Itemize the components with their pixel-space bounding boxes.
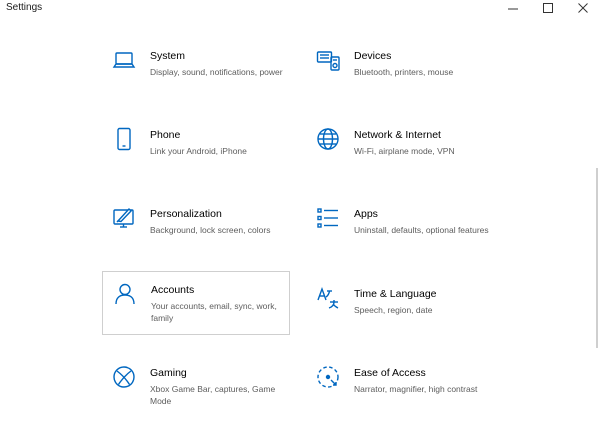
minimize-button[interactable] [496, 0, 530, 16]
maximize-button[interactable] [531, 0, 565, 16]
tile-description: Link your Android, iPhone [150, 146, 247, 156]
tile-description: Your accounts, email, sync, work, family [151, 301, 277, 323]
tile-system[interactable]: System Display, sound, notifications, po… [102, 38, 290, 102]
close-icon [578, 3, 588, 13]
tile-description: Uninstall, defaults, optional features [354, 225, 489, 235]
tile-gaming[interactable]: Gaming Xbox Game Bar, captures, Game Mod… [102, 355, 290, 419]
close-button[interactable] [566, 0, 600, 16]
tile-devices[interactable]: Devices Bluetooth, printers, mouse [306, 38, 494, 102]
tile-name: Phone [150, 129, 181, 141]
tile-description: Bluetooth, printers, mouse [354, 67, 454, 77]
tile-name: Personalization [150, 208, 222, 220]
vertical-scrollbar[interactable] [596, 168, 598, 348]
tile-name: Apps [354, 208, 378, 220]
tile-name: System [150, 50, 186, 62]
apps-list-icon [316, 206, 340, 230]
tile-personalization[interactable]: Personalization Background, lock screen,… [102, 196, 290, 260]
tile-description: Display, sound, notifications, power [150, 67, 283, 77]
devices-icon [316, 48, 340, 72]
person-icon [113, 282, 137, 306]
tile-name: Network & Internet [354, 129, 441, 141]
tile-phone[interactable]: Phone Link your Android, iPhone [102, 117, 290, 181]
tile-network-internet[interactable]: Network & Internet Wi-Fi, airplane mode,… [306, 117, 494, 181]
tile-description: Background, lock screen, colors [150, 225, 271, 235]
minimize-icon [508, 8, 518, 10]
tile-apps[interactable]: Apps Uninstall, defaults, optional featu… [306, 196, 494, 260]
tile-name: Accounts [151, 284, 195, 296]
tile-name: Time & Language [354, 288, 437, 300]
window-title: Settings [6, 2, 43, 13]
title-bar[interactable]: Settings [0, 0, 600, 16]
xbox-icon [112, 365, 136, 389]
personalization-icon [112, 206, 136, 230]
tile-description: Xbox Game Bar, captures, Game Mode [150, 384, 276, 406]
phone-icon [112, 127, 136, 151]
tile-accounts[interactable]: Accounts Your accounts, email, sync, wor… [102, 271, 290, 335]
globe-icon [316, 127, 340, 151]
tile-ease-of-access[interactable]: Ease of Access Narrator, magnifier, high… [306, 355, 494, 419]
tile-name: Gaming [150, 367, 187, 379]
tile-description: Wi-Fi, airplane mode, VPN [354, 146, 455, 156]
ease-of-access-icon [316, 365, 340, 389]
settings-window: Settings System Display, sound, notifica… [0, 0, 600, 429]
tile-name: Devices [354, 50, 392, 62]
tile-description: Speech, region, date [354, 305, 433, 315]
tile-description: Narrator, magnifier, high contrast [354, 384, 478, 394]
maximize-icon [543, 3, 553, 13]
laptop-icon [112, 48, 136, 72]
time-language-icon [316, 286, 340, 310]
tile-time-language[interactable]: Time & Language Speech, region, date [306, 276, 494, 340]
tile-name: Ease of Access [354, 367, 426, 379]
